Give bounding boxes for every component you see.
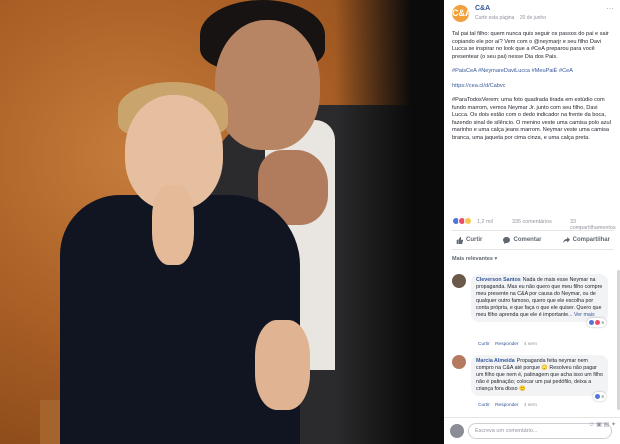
comment-bubble: Marcia Almeida Propaganda feita neymar ne… [471,355,608,401]
follow-page-link[interactable]: Curtir esta página [475,15,514,21]
post-stats: 1,2 mil 335 comentários 33 compartilhame… [452,216,616,231]
reaction-count[interactable]: 1,2 mil [477,219,493,225]
comment-reply-link[interactable]: Responder [495,403,518,408]
photo-shape [255,320,310,410]
comment-button-label: Comentar [513,237,542,243]
comment-reactions[interactable]: 6 [593,392,606,401]
comment-composer: Escreva um comentário... ☺ ▣ ▤ ✦ [444,417,620,444]
like-button[interactable]: Curtir [456,236,483,244]
post-photo[interactable] [0,0,444,444]
reaction-icons[interactable] [452,217,472,225]
comment-like-link[interactable]: Curtir [478,342,490,347]
photo-shape [215,20,320,150]
comment-author[interactable]: Cleverson Santos [476,277,521,283]
share-button[interactable]: Compartilhar [562,236,610,244]
user-avatar [450,424,464,438]
page-avatar[interactable]: C&A [452,5,472,22]
post-meta: Curtir esta página 20 de junho [475,15,546,21]
comment-count[interactable]: 335 comentários [512,219,552,225]
composer-icons[interactable]: ☺ ▣ ▤ ✦ [589,421,617,428]
comment-icon [503,236,511,244]
like-reaction-icon [595,394,601,399]
thumbs-up-icon [456,236,463,244]
post-actions: Curtir Comentar Compartilhar [452,230,614,250]
comment-bubble: Cleverson Santos Nada de mais esse Neymar… [471,274,608,327]
comment-like-link[interactable]: Curtir [478,403,490,408]
comment-reaction-count: 6 [601,394,604,399]
more-options-icon[interactable]: ··· [606,4,614,13]
post-text: Tal pai tal filho: quem nunca quis segui… [444,27,620,142]
comment-filter-dropdown[interactable]: Mais relevantes ▾ [452,256,497,262]
comment-author[interactable]: Marcia Almeida [476,358,515,364]
commenter-avatar[interactable] [452,355,466,369]
comment-reply-link[interactable]: Responder [495,342,518,347]
comment-button[interactable]: Comentar [503,236,542,244]
post-link[interactable]: https://cea.cl/d/Cabvc [452,83,614,91]
comment-time[interactable]: 4 sem [524,403,537,408]
post-date[interactable]: 20 de junho [520,15,546,21]
post-alt-description: #ParaTodosVerem: uma foto quadrada tirad… [452,97,611,141]
post-hashtags[interactable]: #PaisCeA #NeymareDaviLucca #MeuPaiÉ #CeA [452,68,614,76]
photo-shadow [335,0,444,444]
comment-reactions[interactable]: 6 [587,318,606,327]
post-paragraph: Tal pai tal filho: quem nunca quis segui… [452,31,609,60]
like-reaction-icon [589,320,595,325]
post-panel: C&A C&A Curtir esta página 20 de junho ·… [444,0,620,444]
share-icon [562,236,570,243]
comment-reaction-count: 6 [601,320,604,325]
page-name[interactable]: C&A [475,5,490,12]
commenter-avatar[interactable] [452,274,466,288]
comment-actions: Curtir Responder 4 sem [478,342,541,347]
like-button-label: Curtir [466,237,483,243]
comment-time[interactable]: 4 sem [524,342,537,347]
comment-actions: Curtir Responder 4 sem [478,403,541,408]
wow-reaction-icon [464,217,472,225]
post-header: C&A C&A Curtir esta página 20 de junho ·… [444,0,620,27]
love-reaction-icon [595,320,601,325]
photo-shape [152,185,194,265]
share-button-label: Compartilhar [572,237,610,243]
